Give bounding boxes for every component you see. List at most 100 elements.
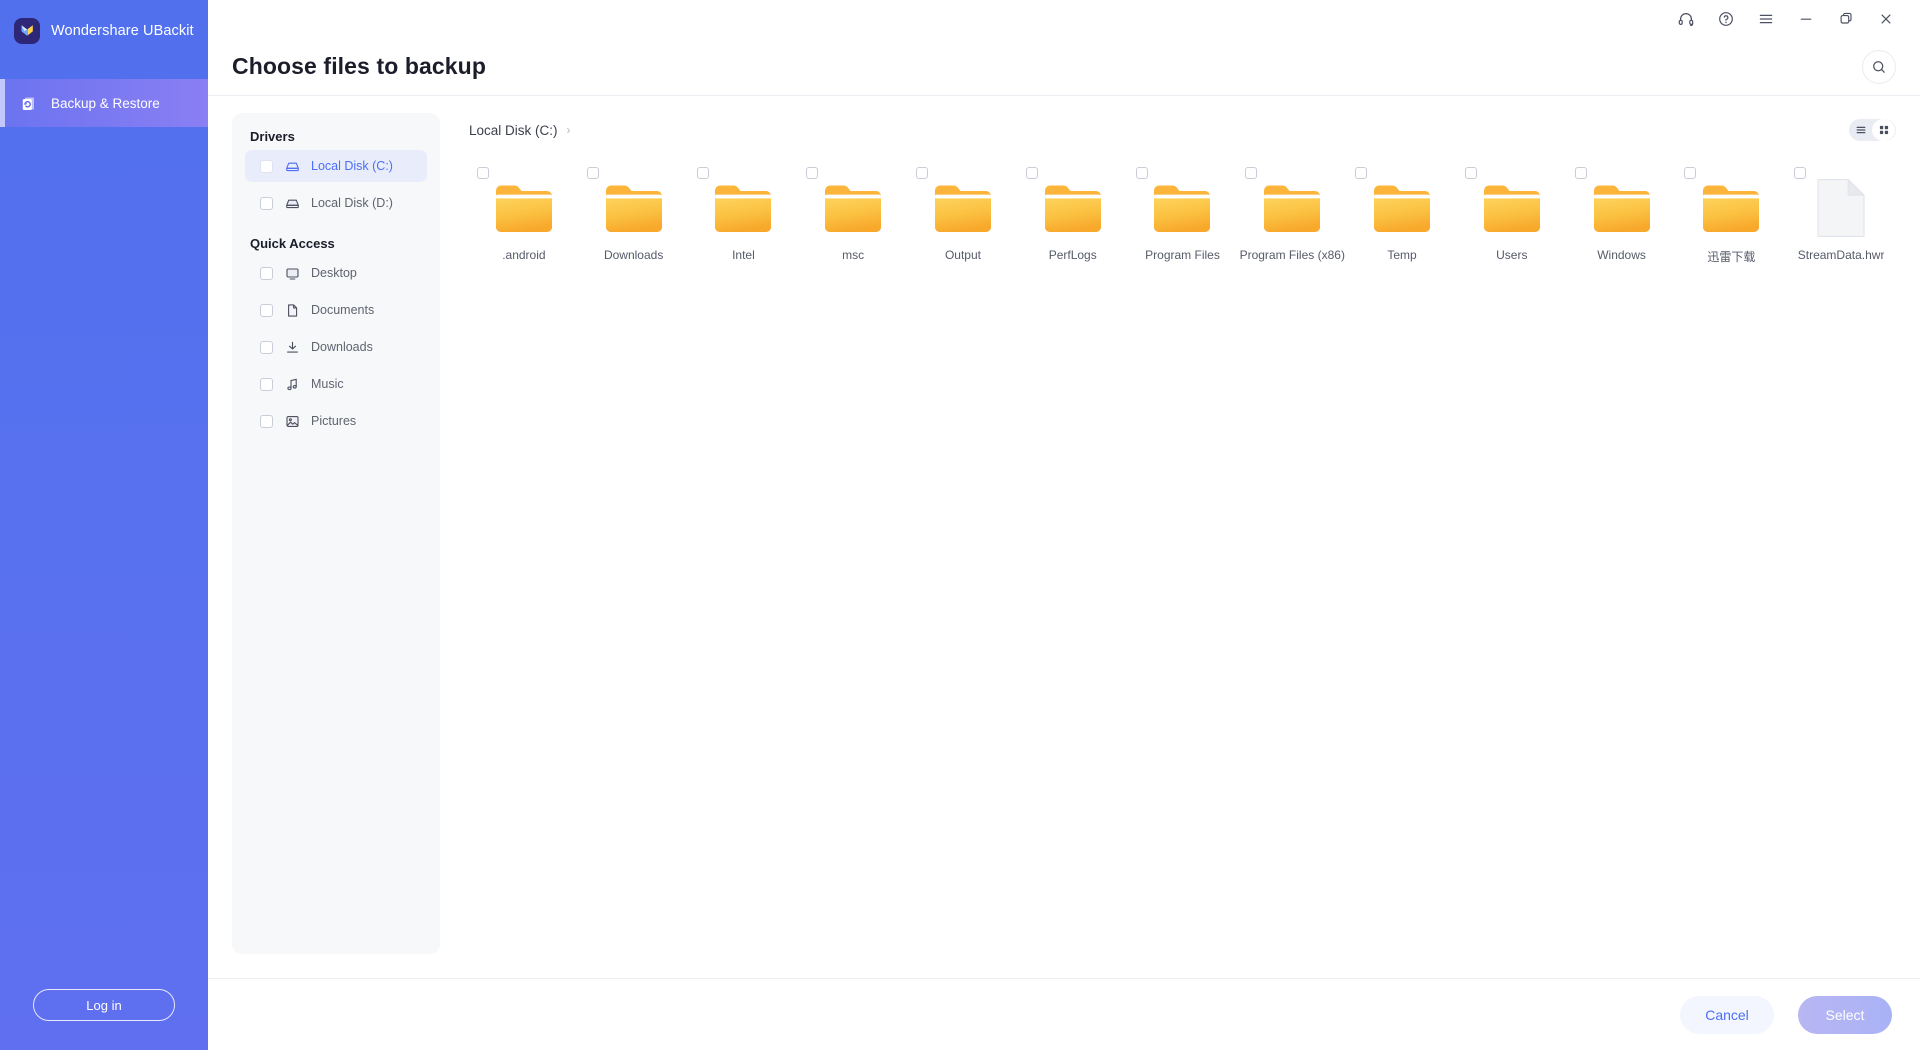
folder-icon — [492, 176, 556, 240]
folder-item[interactable]: PerfLogs — [1018, 164, 1128, 269]
folder-item[interactable]: Windows — [1567, 164, 1677, 269]
tree-item-label: Music — [311, 377, 344, 391]
tree-item-checkbox[interactable] — [260, 340, 273, 354]
folder-item[interactable]: Output — [908, 164, 1018, 269]
folder-item[interactable]: Program Files (x86) — [1237, 164, 1347, 269]
hard-drive-icon — [284, 158, 300, 174]
maximize-icon[interactable] — [1826, 2, 1866, 36]
file-item-label: msc — [842, 248, 865, 262]
folder-icon — [1370, 176, 1434, 240]
tree-item-pictures[interactable]: Pictures — [245, 405, 427, 437]
file-item-checkbox[interactable] — [916, 167, 929, 179]
folder-item[interactable]: Temp — [1347, 164, 1457, 269]
tree-group-title-quick-access: Quick Access — [250, 236, 335, 251]
file-item-checkbox[interactable] — [1245, 167, 1258, 179]
breadcrumb-bar: Local Disk (C:) › — [469, 113, 1896, 147]
tree-item-checkbox[interactable] — [260, 266, 273, 280]
file-item[interactable]: StreamData.hwr — [1786, 164, 1896, 269]
folder-icon — [602, 176, 666, 240]
file-item-checkbox[interactable] — [1464, 167, 1477, 179]
file-item-label: .android — [502, 248, 546, 262]
file-browser: Local Disk (C:) › .android Downloads Int… — [440, 113, 1896, 978]
file-item-checkbox[interactable] — [806, 167, 819, 179]
close-icon[interactable] — [1866, 2, 1906, 36]
folder-item[interactable]: Program Files — [1128, 164, 1238, 269]
list-view-icon[interactable] — [1849, 119, 1872, 141]
search-icon[interactable] — [1862, 49, 1896, 84]
folder-icon — [1480, 176, 1544, 240]
brand: Wondershare UBackit — [0, 0, 208, 48]
locations-tree-panel: Drivers Local Disk (C:) Local Disk (D:) … — [232, 113, 440, 954]
tree-item-documents[interactable]: Documents — [245, 294, 427, 326]
file-item-label: Downloads — [603, 248, 664, 262]
folder-icon — [1590, 176, 1654, 240]
butterfly-logo-icon — [14, 17, 40, 44]
file-item-checkbox[interactable] — [1135, 167, 1148, 179]
monitor-icon — [284, 265, 300, 281]
folder-icon — [931, 176, 995, 240]
file-item-checkbox[interactable] — [1574, 167, 1587, 179]
folder-item[interactable]: Users — [1457, 164, 1567, 269]
support-headset-icon[interactable] — [1666, 2, 1706, 36]
file-item-checkbox[interactable] — [696, 167, 709, 179]
file-item-label: Output — [944, 248, 981, 262]
file-item-checkbox[interactable] — [1355, 167, 1368, 179]
tree-item-checkbox[interactable] — [260, 196, 273, 210]
image-icon — [284, 413, 300, 429]
sidebar-item-backup-restore[interactable]: Backup & Restore — [0, 79, 208, 127]
folder-item[interactable]: Downloads — [579, 164, 689, 269]
file-item-label: StreamData.hwr — [1797, 248, 1885, 262]
tree-item-checkbox[interactable] — [260, 303, 273, 317]
sidebar-item-label: Backup & Restore — [51, 95, 160, 111]
help-icon[interactable] — [1706, 2, 1746, 36]
menu-icon[interactable] — [1746, 2, 1786, 36]
window-titlebar — [208, 0, 1920, 38]
tree-item-label: Local Disk (C:) — [311, 159, 393, 173]
file-item-label: Users — [1496, 248, 1528, 262]
tree-item-local-disk-c[interactable]: Local Disk (C:) — [245, 150, 427, 182]
file-item-checkbox[interactable] — [477, 167, 489, 179]
grid-view-icon[interactable] — [1872, 119, 1895, 141]
breadcrumb-item[interactable]: Local Disk (C:) — [469, 123, 558, 138]
tree-item-label: Pictures — [311, 414, 357, 428]
tree-item-checkbox[interactable] — [260, 159, 273, 173]
page-header: Choose files to backup — [208, 38, 1920, 96]
minimize-icon[interactable] — [1786, 2, 1826, 36]
tree-item-checkbox[interactable] — [260, 377, 273, 391]
folder-item[interactable]: msc — [798, 164, 908, 269]
folder-icon — [1699, 176, 1763, 240]
file-item-checkbox[interactable] — [1025, 167, 1038, 179]
folder-icon — [1260, 176, 1324, 240]
tree-item-local-disk-d[interactable]: Local Disk (D:) — [245, 187, 427, 219]
login-button[interactable]: Log in — [33, 989, 175, 1021]
file-item-label: Program Files (x86) — [1239, 248, 1345, 262]
tree-item-checkbox[interactable] — [260, 414, 273, 428]
view-mode-toggle — [1849, 119, 1896, 141]
main-area: Choose files to backup Drivers Local Dis… — [208, 0, 1920, 1050]
folder-icon — [1150, 176, 1214, 240]
backup-restore-icon — [20, 94, 38, 112]
tree-item-downloads[interactable]: Downloads — [245, 331, 427, 363]
app-window: Wondershare UBackit Backup & Restore Log… — [0, 0, 1920, 1050]
document-file-icon — [1816, 176, 1866, 240]
folder-icon — [821, 176, 885, 240]
folder-item[interactable]: 迅雷下载 — [1676, 164, 1786, 269]
file-grid: .android Downloads Intel msc Output Perf… — [469, 164, 1896, 269]
folder-item[interactable]: Intel — [689, 164, 799, 269]
file-item-checkbox[interactable] — [586, 167, 599, 179]
document-icon — [284, 302, 300, 318]
left-navigation: Wondershare UBackit Backup & Restore Log… — [0, 0, 208, 1050]
cancel-button[interactable]: Cancel — [1680, 995, 1774, 1034]
tree-item-label: Downloads — [311, 340, 373, 354]
folder-item[interactable]: .android — [469, 164, 579, 269]
download-icon — [284, 339, 300, 355]
file-item-checkbox[interactable] — [1684, 167, 1697, 179]
file-item-label: 迅雷下载 — [1707, 250, 1756, 264]
chevron-right-icon: › — [566, 123, 571, 137]
file-item-checkbox[interactable] — [1794, 167, 1807, 179]
hard-drive-icon — [284, 195, 300, 211]
file-item-label: PerfLogs — [1048, 248, 1097, 262]
tree-item-desktop[interactable]: Desktop — [245, 257, 427, 289]
select-button[interactable]: Select — [1798, 995, 1892, 1034]
tree-item-music[interactable]: Music — [245, 368, 427, 400]
